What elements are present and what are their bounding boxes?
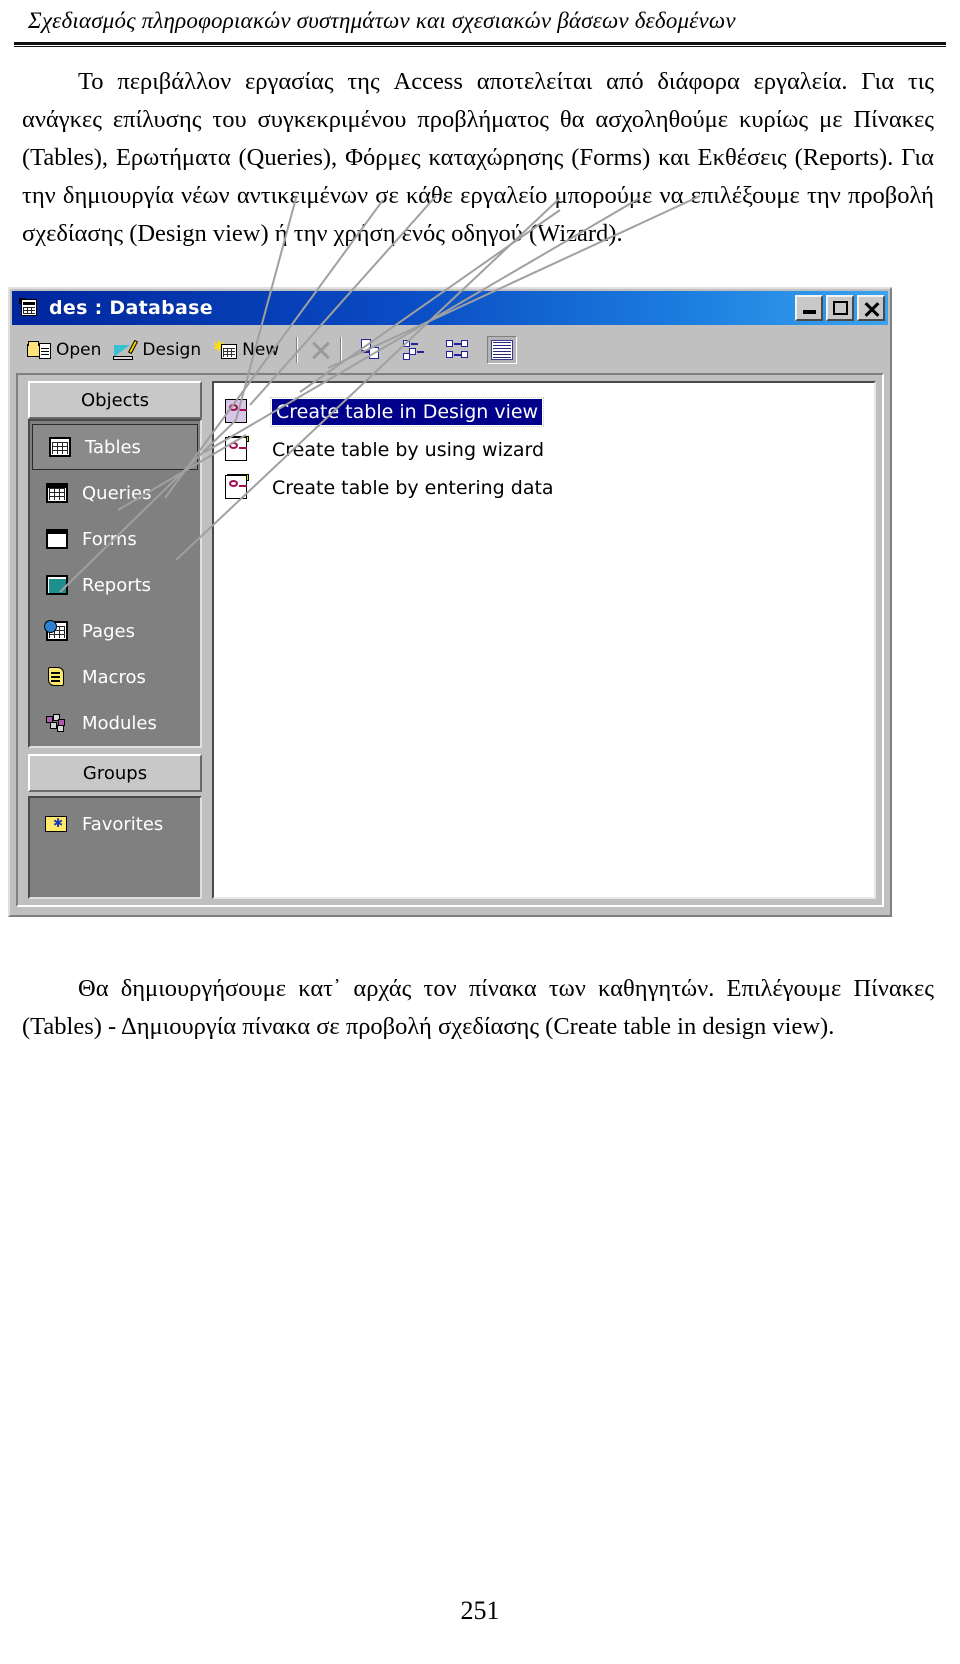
query-icon [44, 482, 70, 504]
body-text-top: Το περιβάλλον εργασίας της Access αποτελ… [0, 63, 960, 253]
document-page: Σχεδιασμός πληροφοριακών συστημάτων και … [0, 0, 960, 1664]
sidebar-item-label: Forms [82, 528, 137, 550]
new-table-icon: ✱ [213, 339, 238, 361]
database-toolbar: Open Design ✱ New [13, 328, 887, 372]
list-item[interactable]: Create table by entering data [224, 469, 874, 507]
group-item-label: Favorites [82, 813, 164, 835]
open-folder-icon [27, 339, 51, 361]
database-icon [19, 298, 41, 318]
favorites-folder-icon [44, 813, 70, 835]
design-button-label: Design [142, 340, 202, 360]
sidebar-item-label: Tables [85, 436, 141, 458]
new-button[interactable]: ✱ New [209, 337, 287, 363]
header-title: Σχεδιασμός πληροφοριακών συστημάτων και … [28, 8, 736, 33]
sidebar-item-modules[interactable]: Modules [30, 700, 200, 746]
window-title: des : Database [49, 297, 213, 319]
new-button-label: New [242, 340, 280, 360]
page-icon [44, 620, 70, 642]
window-controls [795, 295, 885, 321]
design-button[interactable]: Design [109, 337, 209, 363]
objects-content-list[interactable]: Create table in Design view Create table… [212, 381, 876, 899]
list-item-label: Create table by using wizard [272, 439, 545, 461]
form-icon [44, 528, 70, 550]
list-item[interactable]: Create table in Design view [224, 393, 874, 431]
window-titlebar: des : Database [12, 291, 888, 325]
window-client-area: Objects Tables Queries Forms Reports Pag… [16, 373, 884, 907]
paragraph-intro: Το περιβάλλον εργασίας της Access αποτελ… [22, 68, 934, 247]
objects-panel: Objects Tables Queries Forms Reports Pag… [18, 375, 208, 905]
details-view-icon[interactable] [487, 336, 518, 364]
macro-icon [44, 666, 70, 688]
header-rule [14, 42, 946, 47]
sidebar-item-label: Reports [82, 574, 152, 596]
list-item[interactable]: Create table by using wizard [224, 431, 874, 469]
view-buttons-group [355, 336, 518, 364]
sidebar-item-label: Macros [82, 666, 146, 688]
groups-header[interactable]: Groups [28, 754, 202, 792]
running-header: Σχεδιασμός πληροφοριακών συστημάτων και … [0, 0, 960, 34]
sidebar-item-pages[interactable]: Pages [30, 608, 200, 654]
wizard-table-icon [224, 436, 250, 463]
list-view-icon[interactable] [443, 336, 473, 364]
sidebar-item-queries[interactable]: Queries [30, 470, 200, 516]
sidebar-item-forms[interactable]: Forms [30, 516, 200, 562]
large-icons-icon[interactable] [355, 336, 385, 364]
module-icon [44, 712, 70, 734]
small-icons-icon[interactable] [399, 336, 429, 364]
sidebar-item-reports[interactable]: Reports [30, 562, 200, 608]
table-icon [47, 436, 73, 458]
datasheet-table-icon [224, 474, 250, 501]
open-button-label: Open [56, 340, 102, 360]
group-item-favorites[interactable]: Favorites [30, 801, 200, 847]
open-button[interactable]: Open [23, 337, 109, 363]
objects-header[interactable]: Objects [28, 381, 202, 419]
sidebar-item-label: Queries [82, 482, 152, 504]
list-item-label: Create table by entering data [272, 477, 554, 499]
list-item-label: Create table in Design view [269, 397, 545, 427]
sidebar-item-label: Modules [82, 712, 157, 734]
report-icon [44, 574, 70, 596]
body-text-bottom: Θα δημιουργήσουμε κατ᾽ αρχάς τον πίνακα … [0, 944, 960, 1046]
access-database-window: des : Database Open Design ✱ New Objects… [8, 287, 892, 917]
sidebar-item-label: Pages [82, 620, 135, 642]
maximize-button[interactable] [826, 295, 854, 321]
sidebar-item-tables[interactable]: Tables [32, 424, 198, 470]
delete-x-icon[interactable] [307, 339, 331, 361]
design-view-table-icon [224, 399, 250, 425]
toolbar-separator-1 [296, 337, 299, 363]
minimize-button[interactable] [795, 295, 823, 321]
objects-list: Tables Queries Forms Reports Pages Macro… [28, 419, 202, 748]
groups-list: Favorites [28, 796, 202, 899]
design-ruler-icon [113, 339, 139, 361]
paragraph-outro: Θα δημιουργήσουμε κατ᾽ αρχάς τον πίνακα … [22, 975, 934, 1040]
page-number: 251 [460, 1596, 500, 1625]
sidebar-item-macros[interactable]: Macros [30, 654, 200, 700]
close-button[interactable] [857, 295, 885, 321]
toolbar-separator-2 [340, 337, 343, 363]
